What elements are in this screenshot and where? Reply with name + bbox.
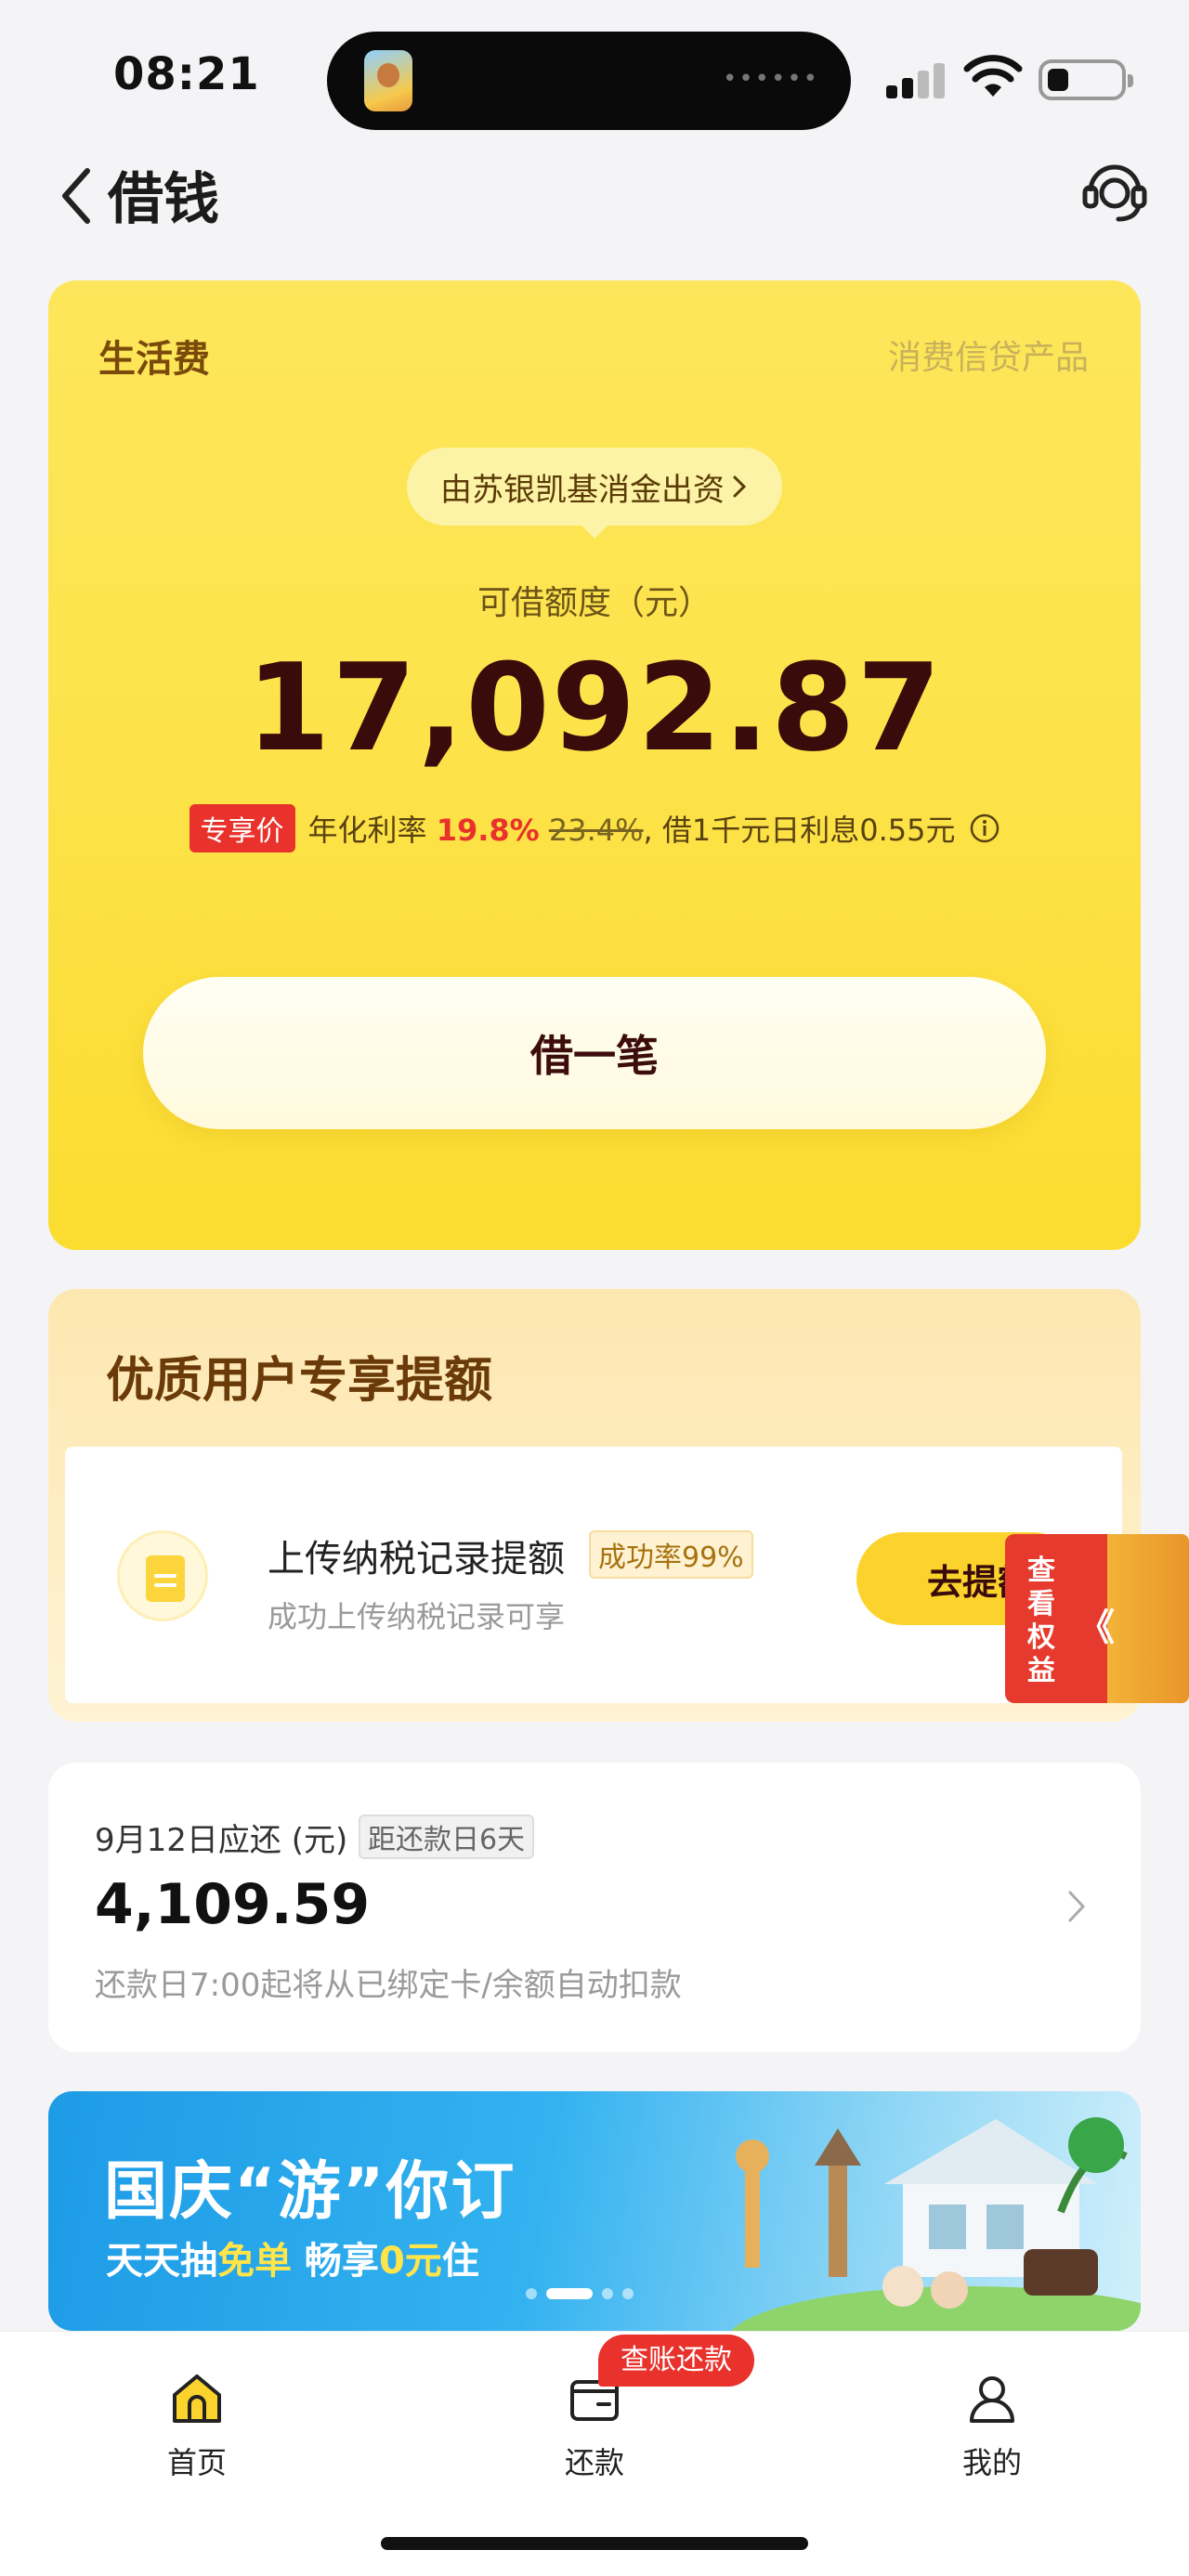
dynamic-island: •••••• xyxy=(327,32,851,130)
banner-sub-text: 住 xyxy=(441,2240,479,2283)
page-title: 借钱 xyxy=(108,167,219,232)
island-dots: •••••• xyxy=(722,65,819,93)
funder-text: 由苏银凯基消金出资 xyxy=(440,471,725,509)
tab-home[interactable]: 首页 xyxy=(104,2354,290,2493)
banner-subtitle: 天天抽免单 畅享0元住 xyxy=(106,2231,479,2284)
app-activity-icon xyxy=(364,50,412,111)
pagination-dot[interactable] xyxy=(526,2288,537,2299)
banner-sub-text: 天天抽 xyxy=(106,2240,217,2283)
travel-illustration xyxy=(731,2117,1141,2331)
funder-pill[interactable]: 由苏银凯基消金出资 xyxy=(407,448,782,539)
pagination-dot[interactable] xyxy=(602,2288,613,2299)
banner-pagination xyxy=(526,2288,634,2299)
card-label: 生活费 xyxy=(98,338,210,381)
banner-highlight: 免单 xyxy=(217,2240,292,2283)
rate-suffix: , 借1千元日利息0.55元 xyxy=(643,813,956,848)
rate-prefix: 年化利率 xyxy=(307,813,427,848)
info-icon[interactable] xyxy=(969,813,1000,844)
premium-quota-card: 优质用户专享提额 上传纳税记录提额 成功率99% 成功上传纳税记录可享 去提额 xyxy=(48,1289,1141,1722)
rate-row: 专享价 年化利率 19.8% 23.4%, 借1千元日利息0.55元 xyxy=(48,804,1141,852)
success-rate-badge: 成功率99% xyxy=(589,1530,753,1579)
item-title: 上传纳税记录提额 xyxy=(268,1538,565,1581)
premium-title: 优质用户专享提额 xyxy=(106,1353,493,1409)
loan-card: 生活费 消费信贷产品 由苏银凯基消金出资 可借额度（元） 17,092.87 专… xyxy=(48,280,1141,1250)
repay-date-label: 9月12日应还 (元) xyxy=(95,1822,348,1859)
signal-icon xyxy=(886,61,946,98)
exclusive-price-badge: 专享价 xyxy=(189,804,295,852)
tax-record-item: 上传纳税记录提额 成功率99% 成功上传纳税记录可享 去提额 xyxy=(65,1447,1122,1703)
repayment-card[interactable]: 9月12日应还 (元) 距还款日6天 4,109.59 还款日7:00起将从已绑… xyxy=(48,1763,1141,2052)
check-bill-badge[interactable]: 查账还款 xyxy=(598,2335,754,2387)
days-remaining-tag: 距还款日6天 xyxy=(359,1815,535,1859)
view-benefits-tag[interactable]: 查 看 权 益 《 xyxy=(1005,1534,1189,1703)
pagination-dot[interactable] xyxy=(622,2288,634,2299)
benefit-char: 查 xyxy=(1027,1555,1055,1587)
tab-mine[interactable]: 我的 xyxy=(899,2354,1085,2493)
banner-sub-text: 畅享 xyxy=(292,2240,379,2283)
back-icon[interactable] xyxy=(54,163,100,228)
status-time: 08:21 xyxy=(113,48,260,100)
customer-service-icon[interactable] xyxy=(1079,154,1150,225)
pagination-dot-active[interactable] xyxy=(546,2288,593,2299)
nav-header: 借钱 xyxy=(0,139,1189,251)
benefit-fold xyxy=(1107,1534,1189,1703)
chevron-right-icon xyxy=(1068,1891,1086,1922)
tab-label: 首页 xyxy=(166,2445,227,2480)
quota-label: 可借额度（元） xyxy=(477,584,712,622)
user-icon xyxy=(970,2376,1014,2423)
home-icon xyxy=(173,2374,221,2423)
status-bar: 08:21 •••••• xyxy=(0,0,1189,139)
wifi-icon xyxy=(963,55,1023,97)
product-tag: 消费信贷产品 xyxy=(887,339,1089,377)
repay-note: 还款日7:00起将从已绑定卡/余额自动扣款 xyxy=(95,1967,682,2004)
repay-amount: 4,109.59 xyxy=(95,1872,371,1937)
borrow-button[interactable]: 借一笔 xyxy=(143,977,1046,1129)
benefit-char: 益 xyxy=(1027,1655,1055,1687)
rate-old: 23.4% xyxy=(548,813,644,848)
promo-banner[interactable]: 国庆“游”你订 天天抽免单 畅享0元住 xyxy=(48,2091,1141,2331)
tab-label: 我的 xyxy=(961,2445,1022,2480)
home-indicator[interactable] xyxy=(381,2537,808,2550)
tab-label: 还款 xyxy=(564,2445,624,2480)
banner-highlight: 0元 xyxy=(378,2240,442,2283)
battery-icon xyxy=(1039,59,1133,100)
quota-amount: 17,092.87 xyxy=(246,637,943,778)
banner-title: 国庆“游”你订 xyxy=(104,2155,516,2229)
item-subtitle: 成功上传纳税记录可享 xyxy=(268,1599,566,1634)
document-icon xyxy=(117,1530,208,1621)
rate-current: 19.8% xyxy=(436,813,540,848)
double-chevron-left-icon: 《 xyxy=(1078,1607,1115,1649)
chevron-right-icon xyxy=(733,475,747,498)
